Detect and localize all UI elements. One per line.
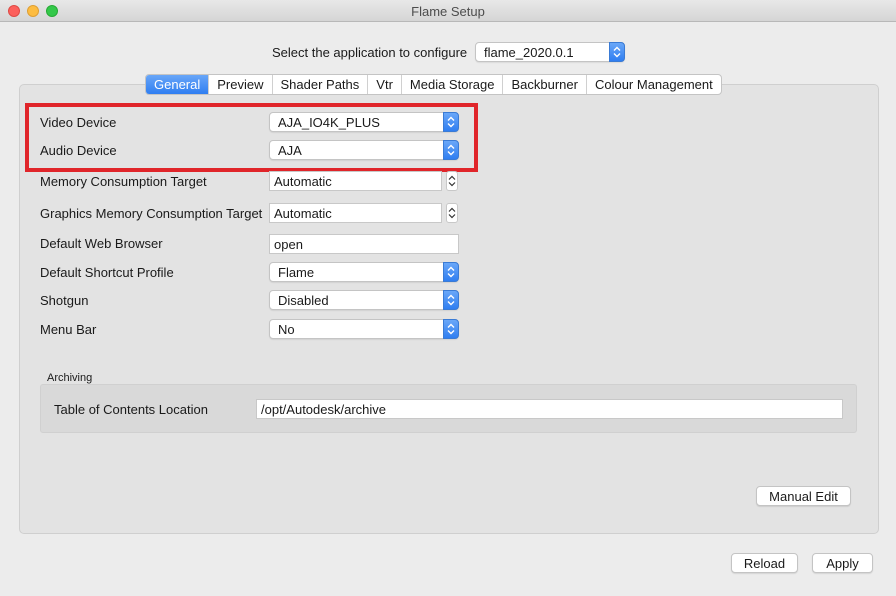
tab-general[interactable]: General [146,75,210,94]
tab-bar: General Preview Shader Paths Vtr Media S… [145,74,722,95]
graphics-memory-target-label: Graphics Memory Consumption Target [40,206,263,221]
memory-target-field[interactable]: Automatic [269,171,442,191]
tab-backburner[interactable]: Backburner [503,75,587,94]
manual-edit-button[interactable]: Manual Edit [756,486,851,506]
shortcut-profile-popup[interactable]: Flame [269,262,459,282]
menu-bar-value: No [278,322,295,337]
shortcut-profile-value: Flame [278,265,315,280]
graphics-memory-target-stepper[interactable] [446,203,458,223]
graphics-memory-target-field[interactable]: Automatic [269,203,442,223]
shotgun-label: Shotgun [40,293,89,308]
memory-target-value: Automatic [274,174,332,189]
chevron-updown-icon [443,319,459,339]
shotgun-value: Disabled [278,293,329,308]
title-bar: Flame Setup [0,0,896,22]
tab-media-storage[interactable]: Media Storage [402,75,504,94]
menu-bar-popup[interactable]: No [269,319,459,339]
chevron-updown-icon [443,262,459,282]
chevron-updown-icon [609,42,625,62]
reload-button[interactable]: Reload [731,553,798,573]
red-highlight-box [25,103,478,172]
toc-location-value: /opt/Autodesk/archive [261,402,387,417]
tab-colour-management[interactable]: Colour Management [587,75,721,94]
tab-vtr[interactable]: Vtr [368,75,402,94]
app-select-popup[interactable]: flame_2020.0.1 [475,42,625,62]
window-title: Flame Setup [411,4,485,19]
archiving-group-label: Archiving [47,372,93,384]
web-browser-field[interactable]: open [269,234,459,254]
flame-setup-window: Flame Setup Select the application to co… [0,0,896,596]
memory-target-label: Memory Consumption Target [40,174,207,189]
toc-location-field[interactable]: /opt/Autodesk/archive [256,399,843,419]
toc-location-label: Table of Contents Location [54,402,208,417]
tab-shader-paths[interactable]: Shader Paths [273,75,369,94]
chevron-updown-icon [443,290,459,310]
stepper-arrows-icon [448,175,456,187]
app-select-label: Select the application to configure [272,45,468,60]
shotgun-popup[interactable]: Disabled [269,290,459,310]
app-select-value: flame_2020.0.1 [484,45,574,60]
stepper-arrows-icon [448,207,456,219]
web-browser-label: Default Web Browser [40,236,163,251]
graphics-memory-target-value: Automatic [274,206,332,221]
shortcut-profile-label: Default Shortcut Profile [40,265,174,280]
tab-preview[interactable]: Preview [209,75,273,94]
menu-bar-label: Menu Bar [40,322,97,337]
apply-button[interactable]: Apply [812,553,873,573]
memory-target-stepper[interactable] [446,171,458,191]
web-browser-value: open [274,237,303,252]
